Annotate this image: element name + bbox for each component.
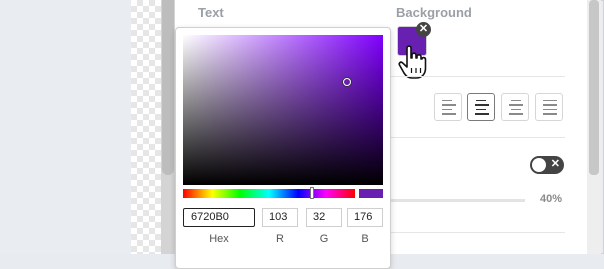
green-label: G [319, 233, 329, 245]
toggle-knob [532, 158, 546, 172]
hue-slider-handle[interactable] [310, 187, 314, 199]
left-sidebar-area [0, 0, 131, 254]
blue-input[interactable]: 176 [347, 208, 383, 227]
saturation-value-area[interactable] [183, 35, 383, 185]
align-center-button[interactable] [467, 93, 495, 121]
section-divider [390, 137, 565, 138]
close-icon: ✕ [550, 158, 560, 170]
opacity-value: 40% [540, 193, 563, 205]
blue-label: B [361, 233, 369, 245]
close-icon[interactable]: ✕ [416, 22, 431, 37]
saturation-value-handle[interactable] [343, 77, 351, 86]
justify-button[interactable] [535, 93, 563, 121]
toggle-switch[interactable]: ✕ [530, 156, 564, 174]
green-input[interactable]: 32 [306, 208, 342, 227]
color-preview-swatch [359, 189, 383, 198]
red-input[interactable]: 103 [262, 208, 298, 227]
hex-input[interactable]: 6720B0 [183, 208, 255, 227]
section-divider [390, 76, 565, 77]
color-picker-popover: 6720B0 103 32 176 Hex R G B [175, 27, 391, 269]
transparent-canvas-area [131, 0, 161, 254]
text-color-heading: Text [198, 5, 224, 20]
hex-label: Hex [209, 233, 229, 245]
background-color-heading: Background [396, 5, 472, 20]
panel-scrollbar-thumb[interactable] [589, 0, 599, 175]
hue-slider[interactable] [183, 187, 355, 199]
align-right-button[interactable] [501, 93, 529, 121]
opacity-slider-track[interactable] [390, 199, 525, 202]
align-left-button[interactable] [434, 93, 462, 121]
hand-pointer-icon [398, 45, 427, 79]
canvas-scrollbar-thumb[interactable] [162, 0, 174, 175]
red-label: R [276, 233, 284, 245]
section-divider [390, 232, 565, 233]
